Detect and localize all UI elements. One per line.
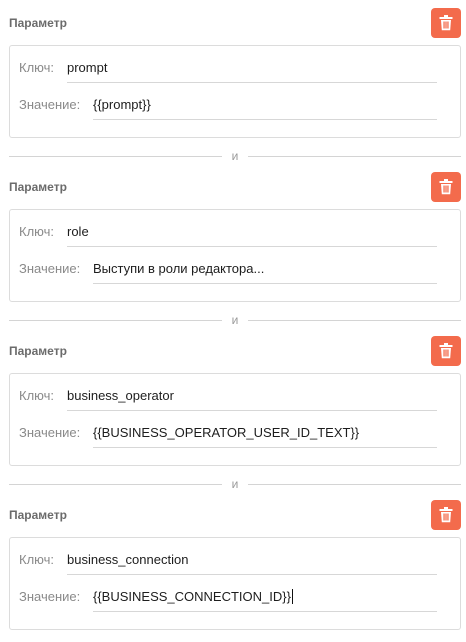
delete-param-button[interactable] [431,8,461,38]
value-input[interactable]: Выступи в роли редактора... [93,261,437,284]
separator-line [248,156,461,157]
param-header: Параметр [9,172,461,202]
value-row: Значение: Выступи в роли редактора... [19,255,451,285]
value-text: {{BUSINESS_CONNECTION_ID}} [93,589,291,604]
key-row: Ключ: prompt [19,54,451,84]
key-input[interactable]: role [67,224,437,247]
value-row: Значение: {{BUSINESS_CONNECTION_ID}} [19,583,451,613]
and-separator: и [9,477,461,491]
delete-param-button[interactable] [431,336,461,366]
key-label: Ключ: [19,60,55,75]
and-separator: и [9,149,461,163]
key-input[interactable]: prompt [67,60,437,83]
key-input[interactable]: business_connection [67,552,437,575]
param-card: Ключ: business_connection Значение: {{BU… [9,537,461,630]
separator-line [248,320,461,321]
key-row: Ключ: business_connection [19,546,451,576]
key-label: Ключ: [19,388,55,403]
value-label: Значение: [19,589,81,604]
separator-line [248,484,461,485]
trash-icon [439,15,453,31]
delete-param-button[interactable] [431,500,461,530]
key-row: Ключ: business_operator [19,382,451,412]
value-label: Значение: [19,425,81,440]
param-title: Параметр [9,508,67,522]
value-input[interactable]: {{prompt}} [93,97,437,120]
text-caret [291,589,293,604]
value-row: Значение: {{BUSINESS_OPERATOR_USER_ID_TE… [19,419,451,449]
key-row: Ключ: role [19,218,451,248]
trash-icon [439,507,453,523]
param-card: Ключ: business_operator Значение: {{BUSI… [9,373,461,466]
value-row: Значение: {{prompt}} [19,91,451,121]
param-title: Параметр [9,16,67,30]
param-title: Параметр [9,180,67,194]
value-label: Значение: [19,261,81,276]
trash-icon [439,343,453,359]
value-input[interactable]: {{BUSINESS_OPERATOR_USER_ID_TEXT}} [93,425,437,448]
param-header: Параметр [9,336,461,366]
delete-param-button[interactable] [431,172,461,202]
trash-icon [439,179,453,195]
param-header: Параметр [9,500,461,530]
param-card: Ключ: prompt Значение: {{prompt}} [9,45,461,138]
value-input-focused[interactable]: {{BUSINESS_CONNECTION_ID}} [93,589,437,612]
param-title: Параметр [9,344,67,358]
value-label: Значение: [19,97,81,112]
key-label: Ключ: [19,224,55,239]
key-input[interactable]: business_operator [67,388,437,411]
param-header: Параметр [9,8,461,38]
param-card: Ключ: role Значение: Выступи в роли реда… [9,209,461,302]
key-label: Ключ: [19,552,55,567]
and-separator: и [9,313,461,327]
